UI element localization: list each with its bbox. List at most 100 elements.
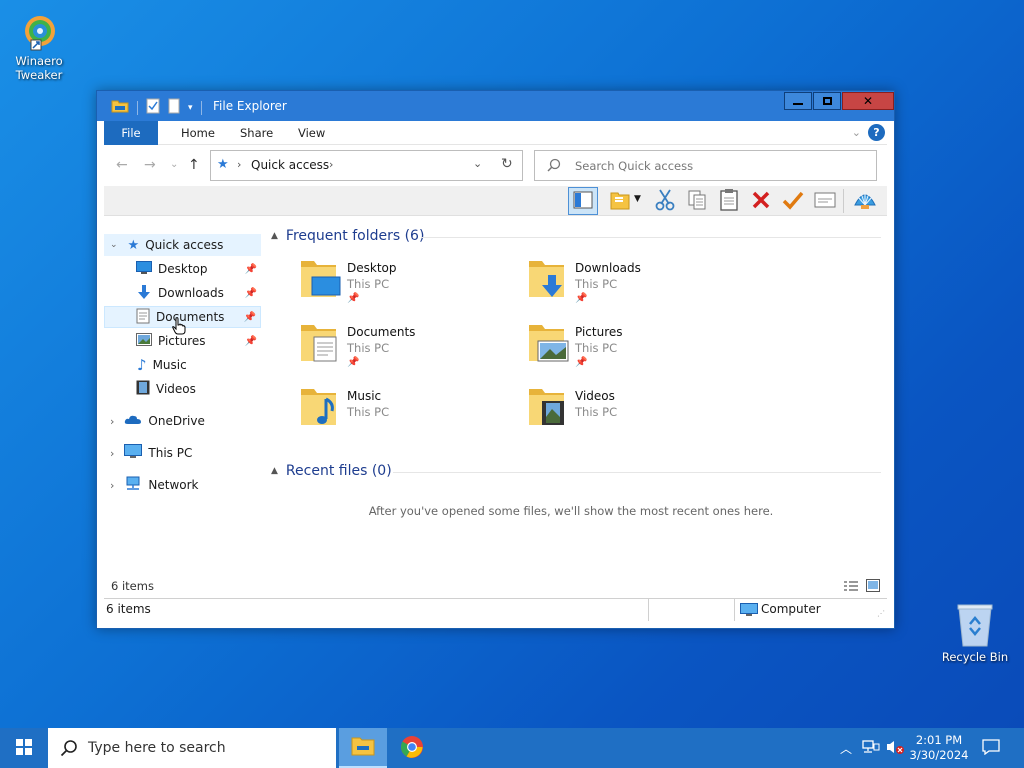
up-arrow-icon[interactable]: ↑ bbox=[188, 157, 200, 173]
taskbar-file-explorer[interactable] bbox=[339, 728, 387, 768]
folder-tile-videos[interactable]: Videos This PC bbox=[493, 387, 713, 443]
folder-tile-downloads[interactable]: Downloads This PC 📌 bbox=[493, 259, 713, 315]
collapse-chevron-icon[interactable]: ⌄ bbox=[110, 240, 118, 250]
chevron-down-icon[interactable]: ▾ bbox=[188, 103, 193, 113]
maximize-button[interactable] bbox=[813, 92, 841, 110]
pin-icon: 📌 bbox=[243, 311, 256, 323]
folder-location: This PC bbox=[347, 405, 390, 419]
picture-icon bbox=[136, 333, 152, 349]
tray-clock[interactable]: 2:01 PM 3/30/2024 bbox=[906, 728, 972, 768]
seashell-icon bbox=[853, 189, 877, 214]
quick-access-star-icon: ★ bbox=[217, 157, 229, 172]
pin-icon: 📌 bbox=[347, 293, 360, 304]
rename-button[interactable] bbox=[781, 189, 805, 213]
desktop-icon-label: Winaero bbox=[15, 54, 63, 68]
status-location: Computer bbox=[761, 602, 821, 616]
desktop-icon-recycle-bin[interactable]: Recycle Bin bbox=[940, 602, 1010, 664]
breadcrumb-quick-access[interactable]: Quick access bbox=[251, 158, 329, 172]
clock-date: 3/30/2024 bbox=[909, 748, 969, 762]
large-icons-view-icon[interactable] bbox=[866, 579, 880, 595]
quick-access-star-icon: ★ bbox=[127, 237, 140, 253]
command-toolbar: ▼ bbox=[104, 186, 887, 216]
folder-tile-desktop[interactable]: Desktop This PC 📌 bbox=[265, 259, 485, 315]
nav-label: This PC bbox=[148, 446, 193, 460]
tray-network[interactable] bbox=[860, 728, 882, 768]
expand-chevron-icon[interactable]: › bbox=[110, 415, 114, 428]
cut-button[interactable] bbox=[653, 189, 677, 213]
ribbon-expand-chevron-icon[interactable]: ⌄ bbox=[852, 126, 861, 139]
preview-pane-button[interactable] bbox=[568, 187, 598, 215]
folder-location: This PC bbox=[575, 341, 618, 355]
recent-files-empty-message: After you've opened some files, we'll sh… bbox=[368, 504, 774, 518]
tab-share[interactable]: Share bbox=[226, 121, 287, 145]
nav-this-pc[interactable]: › This PC bbox=[104, 442, 261, 464]
address-bar[interactable]: ★ › Quick access › ⌄ ↻ bbox=[210, 150, 523, 181]
tray-volume[interactable] bbox=[884, 728, 906, 768]
collapse-caret-icon: ▲ bbox=[271, 231, 278, 241]
nav-item-downloads[interactable]: Downloads 📌 bbox=[104, 282, 261, 304]
expand-chevron-icon[interactable]: › bbox=[110, 479, 114, 492]
checkmark-icon bbox=[782, 190, 804, 213]
nav-item-music[interactable]: ♪ Music bbox=[104, 354, 261, 376]
new-folder-icon[interactable] bbox=[168, 98, 180, 117]
address-dropdown-chevron-icon[interactable]: ⌄ bbox=[473, 157, 482, 170]
nav-label: Network bbox=[148, 478, 199, 492]
nav-quick-access[interactable]: ⌄ ★ Quick access bbox=[104, 234, 261, 256]
start-button[interactable] bbox=[0, 728, 48, 768]
frequent-folders-header[interactable]: ▲ Frequent folders (6) bbox=[271, 228, 424, 244]
tab-view[interactable]: View bbox=[284, 121, 339, 145]
folder-tile-pictures[interactable]: Pictures This PC 📌 bbox=[493, 323, 713, 379]
new-item-button[interactable] bbox=[608, 189, 632, 213]
status-item-count: 6 items bbox=[106, 602, 151, 616]
window-title: File Explorer bbox=[213, 99, 287, 113]
back-arrow-icon[interactable]: ← bbox=[116, 157, 128, 173]
downloads-folder-icon bbox=[528, 259, 570, 299]
tray-show-hidden-icons[interactable]: ︿ bbox=[836, 728, 856, 768]
delete-button[interactable] bbox=[749, 189, 773, 213]
tray-notifications[interactable] bbox=[976, 728, 1006, 768]
copy-button[interactable] bbox=[685, 189, 709, 213]
nav-item-desktop[interactable]: Desktop 📌 bbox=[104, 258, 261, 280]
taskbar-chrome[interactable] bbox=[388, 728, 436, 768]
music-note-icon: ♪ bbox=[137, 356, 147, 374]
pin-icon: 📌 bbox=[244, 287, 257, 299]
details-view-icon[interactable] bbox=[843, 580, 859, 595]
shell-button[interactable] bbox=[853, 189, 877, 213]
forward-arrow-icon[interactable]: → bbox=[144, 157, 156, 173]
refresh-icon[interactable]: ↻ bbox=[501, 156, 513, 172]
folder-name: Videos bbox=[575, 389, 615, 403]
new-item-dropdown-icon[interactable]: ▼ bbox=[634, 194, 641, 204]
tab-file[interactable]: File bbox=[104, 121, 158, 145]
desktop-icon-winaero-tweaker[interactable]: Winaero Tweaker bbox=[4, 12, 74, 82]
recent-locations-chevron-icon[interactable]: ⌄ bbox=[170, 159, 178, 170]
properties-icon[interactable] bbox=[146, 98, 160, 117]
properties-card-icon bbox=[814, 192, 836, 211]
search-box[interactable]: Search Quick access bbox=[534, 150, 877, 181]
expand-chevron-icon[interactable]: › bbox=[110, 447, 114, 460]
folder-location: This PC bbox=[347, 277, 390, 291]
minimize-button[interactable] bbox=[784, 92, 812, 110]
properties-button[interactable] bbox=[813, 189, 837, 213]
recent-files-header[interactable]: ▲ Recent files (0) bbox=[271, 463, 392, 479]
help-icon[interactable]: ? bbox=[868, 124, 885, 141]
section-title: Frequent folders (6) bbox=[285, 228, 425, 244]
navigation-pane: ⌄ ★ Quick access Desktop 📌 Downloads 📌 D… bbox=[104, 231, 261, 576]
paste-button[interactable] bbox=[717, 188, 741, 213]
network-icon bbox=[862, 739, 880, 757]
tab-home[interactable]: Home bbox=[167, 121, 229, 145]
taskbar-search-box[interactable]: Type here to search bbox=[48, 728, 336, 768]
desktop-folder-icon bbox=[300, 259, 342, 299]
documents-folder-icon bbox=[300, 323, 342, 363]
resize-grip-icon[interactable]: ⋰ bbox=[877, 609, 885, 618]
nav-network[interactable]: › Network bbox=[104, 474, 261, 496]
folder-tile-music[interactable]: Music This PC bbox=[265, 387, 485, 443]
notification-icon bbox=[982, 738, 1000, 758]
content-pane: ▲ Frequent folders (6) Desktop This PC 📌… bbox=[265, 221, 887, 576]
folder-tile-documents[interactable]: Documents This PC 📌 bbox=[265, 323, 485, 379]
title-bar[interactable]: ▾ File Explorer ✕ bbox=[97, 91, 894, 121]
close-icon: ✕ bbox=[862, 94, 874, 108]
folder-icon bbox=[111, 99, 129, 116]
close-button[interactable]: ✕ bbox=[842, 92, 894, 110]
nav-item-videos[interactable]: Videos bbox=[104, 378, 261, 400]
nav-onedrive[interactable]: › OneDrive bbox=[104, 410, 261, 432]
